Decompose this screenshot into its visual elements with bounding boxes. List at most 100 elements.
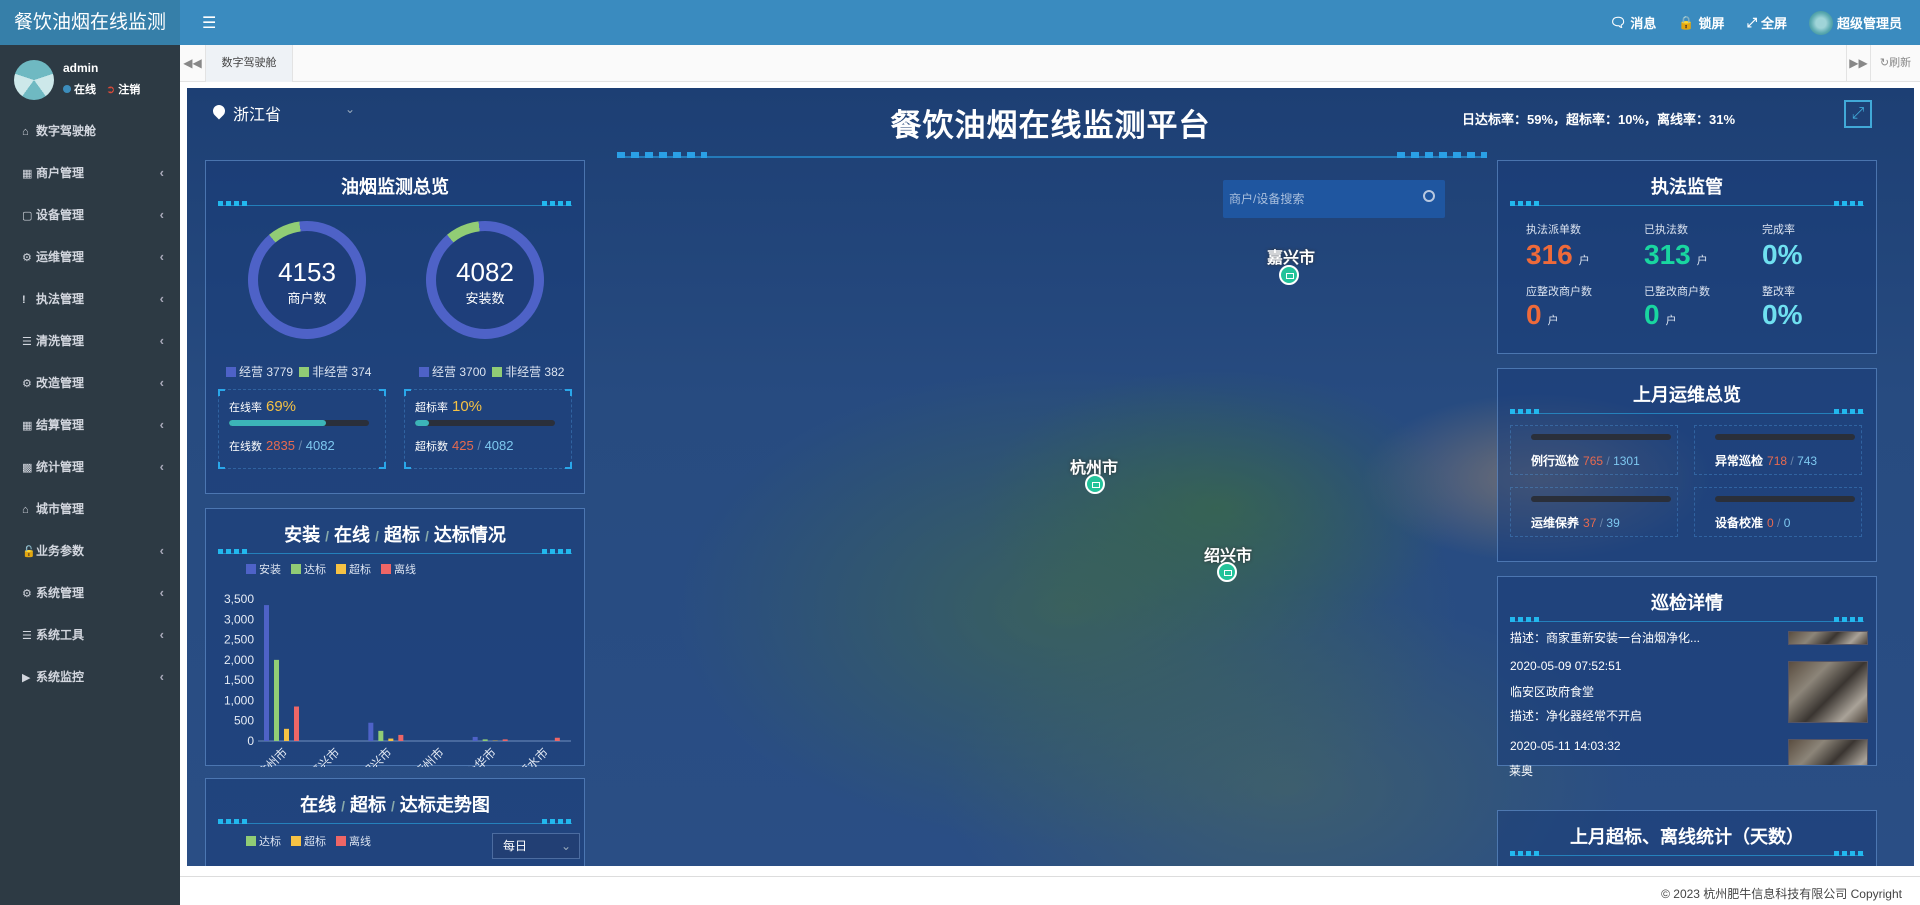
sidebar-item-label: 清洗管理 — [36, 334, 85, 348]
ops-calibration-box: 设备校准 0 / 0 — [1694, 487, 1862, 537]
sidebar-item-1[interactable]: ▦ 商户管理 ‹ — [0, 152, 180, 194]
chevron-down-icon[interactable]: ⌄ — [345, 102, 355, 116]
app-brand[interactable]: 餐饮油烟在线监测 — [0, 0, 180, 45]
location-pin-icon — [213, 105, 225, 121]
sidebar-item-6[interactable]: ⚙ 改造管理 ‹ — [0, 362, 180, 404]
map-search-input[interactable] — [1229, 188, 1409, 210]
bar-达标-金华市[interactable] — [482, 739, 488, 741]
sidebar-item-10[interactable]: 🔓业务参数 ‹ — [0, 530, 180, 572]
overview-title: 油烟监测总览 — [341, 177, 449, 197]
bar-安装-金华市[interactable] — [472, 736, 478, 741]
message-button[interactable]: 🗨 消息 — [1610, 13, 1657, 32]
sidebar-item-label: 商户管理 — [36, 166, 85, 180]
bar-超标-杭州市[interactable] — [284, 728, 289, 741]
exclamation-icon: ! — [22, 294, 26, 306]
y-tick-label: 1,000 — [224, 693, 254, 707]
bar-安装-杭州市[interactable] — [264, 605, 269, 741]
bar-离线-丽水市[interactable] — [554, 737, 560, 741]
user-menu-button[interactable]: 超级管理员 — [1808, 10, 1902, 35]
search-icon[interactable] — [1423, 190, 1435, 202]
online-status: 在线 — [63, 81, 96, 97]
merchant-label: 商户数 — [287, 291, 327, 306]
wrench-icon: ⚙ — [22, 252, 32, 264]
daily-rates: 日达标率：59%，超标率：10%，离线率：31% — [1462, 112, 1736, 127]
top-right-menu: 🗨 消息 🔒 锁屏 ⤢ 全屏 超级管理员 — [1610, 0, 1902, 45]
install-label: 安装数 — [465, 291, 505, 306]
ops-progress-bar — [1531, 496, 1671, 502]
legend-item[interactable]: 离线 — [381, 561, 416, 577]
legend-item[interactable]: 安装 — [246, 561, 281, 577]
legend-non-operating: 非经营 382 — [492, 363, 564, 380]
sidebar-item-0[interactable]: ⌂ 数字驾驶舱 — [0, 110, 180, 152]
refresh-button[interactable]: ↻刷新 — [1870, 45, 1920, 82]
overview-panel: 油烟监测总览 4153 商户数 4082 安装数 经营 3779 非经营 374… — [205, 160, 585, 494]
sidebar-item-12[interactable]: ☰ 系统工具 ‹ — [0, 614, 180, 656]
online-stat-box: 在线率 69% 在线数 2835 / 4082 — [218, 389, 386, 469]
expand-icon[interactable]: ⤢ — [1844, 100, 1872, 128]
x-tick-label: 杭州市 — [254, 745, 290, 767]
city-marker-jiaxing[interactable] — [1279, 265, 1299, 285]
panel-decoration — [1510, 851, 1864, 856]
city-marker-hangzhou[interactable] — [1085, 474, 1105, 494]
x-tick-label: 金华市 — [463, 745, 499, 767]
sidebar-item-label: 数字驾驶舱 — [36, 124, 97, 138]
sidebar-item-7[interactable]: ▦ 结算管理 ‹ — [0, 404, 180, 446]
inspection-photo[interactable] — [1788, 631, 1868, 645]
bar-离线-绍兴市[interactable] — [398, 734, 404, 741]
ops-abnormal: 异常巡检 718 / 743 — [1715, 454, 1818, 468]
legend-swatch — [299, 367, 310, 377]
city-marker-shaoxing[interactable] — [1217, 562, 1237, 582]
ops-routine-box: 例行巡检 765 / 1301 — [1510, 425, 1678, 475]
install-donut: 4082 安装数 — [401, 196, 569, 364]
sidebar-item-8[interactable]: ▩ 统计管理 ‹ — [0, 446, 180, 488]
legend-item[interactable]: 超标 — [336, 561, 371, 577]
copyright-text: © 2023 杭州肥牛信息科技有限公司 Copyright — [1661, 887, 1902, 901]
sidebar-item-4[interactable]: ! 执法管理 ‹ — [0, 278, 180, 320]
sidebar-item-11[interactable]: ⚙ 系统管理 ‹ — [0, 572, 180, 614]
inspection-title: 巡检详情 — [1651, 593, 1723, 613]
bar-达标-绍兴市[interactable] — [378, 730, 384, 741]
chevron-left-icon: ‹ — [159, 375, 164, 390]
period-select[interactable]: 每日 ⌄ — [492, 833, 580, 859]
exceed-rate: 超标率 10% — [415, 398, 483, 415]
sidebar-item-label: 改造管理 — [36, 376, 85, 390]
chevron-left-icon: ‹ — [159, 417, 164, 432]
panel-decoration — [1510, 617, 1864, 622]
chevron-left-icon: ‹ — [159, 249, 164, 264]
sidebar-item-5[interactable]: ☰ 清洗管理 ‹ — [0, 320, 180, 362]
tab-scroll-left-icon[interactable]: ◀◀ — [180, 45, 206, 82]
chevron-left-icon: ‹ — [159, 459, 164, 474]
lock-screen-button[interactable]: 🔒 锁屏 — [1678, 13, 1724, 32]
legend-operating: 经营 3700 — [419, 363, 486, 380]
kpi-value-enforced: 313 户 — [1644, 239, 1708, 270]
logout-link[interactable]: ➲ 注销 — [106, 81, 140, 97]
legend-offline: 离线 — [336, 833, 371, 849]
bar-离线-杭州市[interactable] — [294, 706, 299, 741]
legend-item[interactable]: 达标 — [291, 561, 326, 577]
inspection-desc[interactable]: 描述：商家重新安装一台油烟净化... — [1510, 629, 1700, 646]
sidebar-item-3[interactable]: ⚙ 运维管理 ‹ — [0, 236, 180, 278]
merchant-donut: 4153 商户数 — [223, 196, 391, 364]
inspection-photo[interactable] — [1788, 739, 1868, 765]
kpi-label: 执法派单数 — [1526, 224, 1581, 236]
sidebar-item-13[interactable]: ▶ 系统监控 ‹ — [0, 656, 180, 698]
home-icon: ⌂ — [22, 126, 29, 138]
bar-达标-杭州市[interactable] — [274, 659, 279, 741]
legend-swatch — [226, 367, 236, 377]
tab-dashboard[interactable]: 数字驾驶舱 — [206, 45, 293, 82]
fullscreen-button[interactable]: ⤢ 全屏 — [1747, 13, 1787, 32]
x-tick-label: 嘉兴市 — [306, 745, 342, 767]
province-select[interactable]: 浙江省 — [213, 101, 281, 125]
bar-离线-金华市[interactable] — [502, 739, 508, 741]
hamburger-icon[interactable]: ☰ — [202, 13, 216, 33]
ops-routine: 例行巡检 765 / 1301 — [1531, 454, 1640, 468]
tab-scroll-right-icon[interactable]: ▶▶ — [1846, 45, 1870, 82]
bar-超标-绍兴市[interactable] — [388, 738, 394, 741]
bar-安装-绍兴市[interactable] — [368, 722, 374, 741]
install-donut-center: 4082 安装数 — [436, 231, 534, 329]
sidebar-item-9[interactable]: ⌂ 城市管理 — [0, 488, 180, 530]
inspection-photo[interactable] — [1788, 661, 1868, 723]
sidebar-item-2[interactable]: ▢ 设备管理 ‹ — [0, 194, 180, 236]
inspection-place[interactable]: 莱奥 — [1509, 762, 1533, 779]
inspection-place[interactable]: 临安区政府食堂 — [1510, 683, 1594, 700]
